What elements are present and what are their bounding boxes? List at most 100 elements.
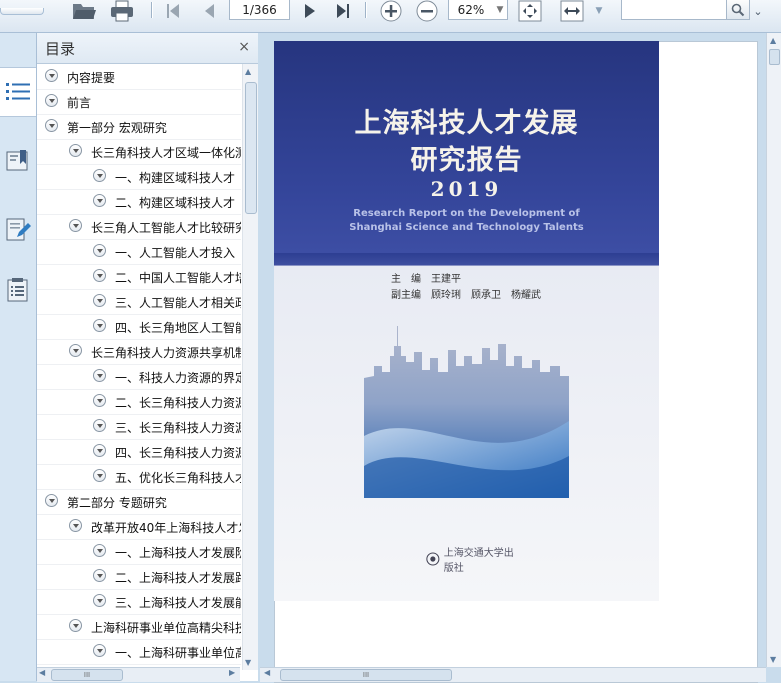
expand-toggle-icon[interactable] [93,294,106,307]
fit-width-icon[interactable] [559,0,585,22]
expand-toggle-icon[interactable] [45,119,58,132]
toc-item[interactable]: 三、上海科技人才发展能 [37,589,241,615]
sidebar-icon-strip [0,33,37,681]
toc-scrollbar[interactable]: ▲ ▼ [242,64,258,670]
cover-english-title-line1: Research Report on the Development of [353,208,580,219]
expand-toggle-icon[interactable] [93,394,106,407]
toc-item[interactable]: 长三角科技人力资源共享机制 [37,339,241,365]
toc-item-label: 一、人工智能人才投入 [115,246,236,260]
toc-item[interactable]: 第一部分 宏观研究 [37,114,241,140]
toc-hscroll-thumb[interactable]: III [51,669,123,681]
expand-toggle-icon[interactable] [69,519,82,532]
toc-item[interactable]: 二、长三角科技人力资源 [37,389,241,415]
expand-toggle-icon[interactable] [69,144,82,157]
page-number-input[interactable]: 1/366 [229,0,290,20]
expand-toggle-icon[interactable] [93,319,106,332]
toc-item[interactable]: 四、长三角科技人力资源 [37,439,241,465]
toc-item[interactable]: 三、人工智能人才相关政 [37,289,241,315]
expand-toggle-icon[interactable] [45,69,58,82]
document-hscroll-thumb[interactable]: III [280,669,452,681]
toc-item[interactable]: 一、上海科研事业单位高 [37,639,241,665]
toc-title: 目录 [45,40,76,58]
toc-item-label: 二、构建区域科技人才 [115,196,236,210]
document-horizontal-scrollbar[interactable]: ◀ III [260,667,766,682]
bookmarks-tab[interactable] [0,137,36,185]
close-icon[interactable]: × [238,39,250,55]
zoom-out-icon[interactable] [414,0,440,22]
search-icon[interactable] [726,0,750,20]
toc-horizontal-scrollbar[interactable]: ◀ III ▶ [37,667,240,682]
toc-item[interactable]: 内容提要 [37,64,241,90]
last-page-icon[interactable] [333,0,353,22]
expand-toggle-icon[interactable] [93,269,106,282]
toc-item[interactable]: 一、人工智能人才投入 [37,239,241,265]
toc-item[interactable]: 四、长三角地区人工智能 [37,314,241,340]
toc-scroll-thumb[interactable] [245,82,257,214]
expand-toggle-icon[interactable] [93,369,106,382]
toc-item[interactable]: 第二部分 专题研究 [37,489,241,515]
toc-item[interactable]: 三、长三角科技人力资源 [37,414,241,440]
expand-toggle-icon[interactable] [45,494,58,507]
previous-page-icon[interactable] [199,0,219,22]
pages-tab[interactable] [0,266,36,314]
scroll-up-icon[interactable]: ▲ [245,67,251,76]
toc-item[interactable]: 二、构建区域科技人才 [37,189,241,215]
print-icon[interactable] [108,0,136,22]
scroll-down-icon[interactable]: ▼ [770,655,776,664]
expand-toggle-icon[interactable] [69,619,82,632]
zoom-in-icon[interactable] [378,0,404,22]
toc-item[interactable]: 一、科技人力资源的界定 [37,364,241,390]
toc-item[interactable]: 二、中国人工智能人才培 [37,264,241,290]
expand-toggle-icon[interactable] [93,419,106,432]
zoom-value: 62% [457,2,485,17]
document-scroll-thumb[interactable] [769,49,780,65]
next-page-icon[interactable] [300,0,320,22]
search-input[interactable] [621,0,728,20]
scroll-up-icon[interactable]: ▲ [770,36,776,45]
expand-toggle-icon[interactable] [93,644,106,657]
expand-toggle-icon[interactable] [93,569,106,582]
search-options-chevron-icon[interactable]: ⌄ [750,0,766,22]
scroll-down-icon[interactable]: ▼ [245,658,251,667]
toc-item[interactable]: 二、上海科技人才发展路 [37,564,241,590]
expand-toggle-icon[interactable] [93,169,106,182]
expand-toggle-icon[interactable] [69,344,82,357]
expand-toggle-icon[interactable] [93,469,106,482]
toc-item-label: 第二部分 专题研究 [67,496,167,510]
toc-item[interactable]: 一、构建区域科技人才 [37,164,241,190]
bookmark-icon [6,150,28,171]
document-scrollbar[interactable]: ▲ ▼ [766,33,781,667]
toc-item[interactable]: 长三角人工智能人才比较研究 [37,214,241,240]
expand-toggle-icon[interactable] [93,444,106,457]
toc-item[interactable]: 改革开放40年上海科技人才发 [37,514,241,540]
expand-toggle-icon[interactable] [45,94,58,107]
scroll-right-icon[interactable]: ▶ [229,668,235,677]
zoom-select[interactable]: 62% ▼ [448,0,508,20]
scroll-left-icon[interactable]: ◀ [264,668,270,677]
toc-item-label: 五、优化长三角科技人才 [115,471,241,485]
expand-toggle-icon[interactable] [93,244,106,257]
scroll-left-icon[interactable]: ◀ [39,668,45,677]
expand-toggle-icon[interactable] [93,194,106,207]
toc-item-label: 内容提要 [67,71,116,85]
expand-toggle-icon[interactable] [93,544,106,557]
expand-toggle-icon[interactable] [93,594,106,607]
chevron-down-icon: ▼ [496,4,504,15]
skyline-illustration [364,326,569,498]
toc-item[interactable]: 一、上海科技人才发展阶 [37,539,241,565]
open-folder-icon[interactable] [70,0,98,22]
menu-tab-remnant[interactable] [0,0,44,22]
first-page-icon[interactable] [163,0,183,22]
list-icon [6,83,30,100]
toc-item[interactable]: 五、优化长三角科技人才 [37,464,241,490]
toc-item[interactable]: 长三角科技人才区域一体化测 [37,139,241,165]
toolbar-separator [151,2,152,18]
toc-item[interactable]: 前言 [37,89,241,115]
expand-toggle-icon[interactable] [69,219,82,232]
toc-tab[interactable] [0,67,36,117]
toc-item[interactable]: 上海科研事业单位高精尖科技 [37,614,241,640]
annotations-tab[interactable] [0,206,36,254]
fit-page-icon[interactable] [517,0,543,22]
more-dropdown-icon[interactable]: ▼ [592,0,606,22]
toc-item-label: 三、人工智能人才相关政 [115,296,241,310]
